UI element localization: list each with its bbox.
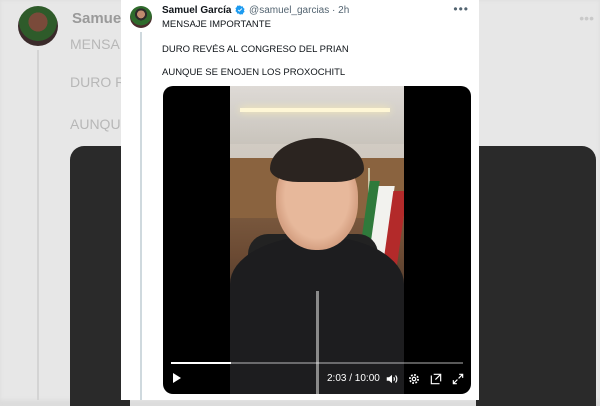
verified-badge-icon bbox=[235, 5, 245, 18]
separator: · bbox=[332, 5, 336, 16]
picture-in-picture-icon[interactable] bbox=[429, 372, 443, 386]
more-icon[interactable]: ••• bbox=[453, 2, 469, 16]
thread-line bbox=[140, 32, 142, 400]
tweet-text-line: MENSAJE IMPORTANTE bbox=[162, 19, 271, 30]
background-thread-line bbox=[37, 50, 39, 400]
background-text-line: MENSA bbox=[70, 36, 120, 52]
video-player[interactable]: 2:03 / 10:00 bbox=[163, 86, 471, 394]
background-name: Samuel bbox=[72, 10, 126, 27]
ceiling bbox=[230, 86, 404, 144]
video-progress-bar[interactable] bbox=[171, 362, 463, 364]
background-text-line: AUNQU bbox=[70, 116, 121, 132]
background-avatar bbox=[18, 6, 58, 46]
fullscreen-icon[interactable] bbox=[451, 372, 465, 386]
avatar[interactable] bbox=[130, 6, 152, 28]
video-time: 2:03 / 10:00 bbox=[327, 373, 380, 384]
settings-icon[interactable] bbox=[407, 372, 421, 386]
person-hair bbox=[270, 138, 364, 182]
tweet-card[interactable]: Samuel García @samuel_garcias · 2h ••• M… bbox=[121, 0, 479, 400]
video-frame bbox=[230, 86, 404, 394]
handle[interactable]: @samuel_garcias bbox=[249, 5, 329, 16]
video-controls: 2:03 / 10:00 bbox=[163, 368, 471, 392]
background-more-icon: ••• bbox=[579, 10, 594, 26]
display-name[interactable]: Samuel García bbox=[162, 5, 231, 16]
timestamp[interactable]: 2h bbox=[338, 5, 349, 16]
tweet-header: Samuel García @samuel_garcias · 2h bbox=[162, 5, 349, 18]
tweet-text-line: AUNQUE SE ENOJEN LOS PROXOCHITL bbox=[162, 67, 346, 78]
volume-icon[interactable] bbox=[385, 372, 399, 386]
video-progress-fill bbox=[171, 362, 231, 364]
background-text-line: DURO R bbox=[70, 74, 126, 90]
ceiling-light bbox=[240, 108, 390, 112]
play-icon[interactable] bbox=[173, 373, 181, 383]
background-video-edge bbox=[476, 146, 596, 406]
tweet-text-line: DURO REVÉS AL CONGRESO DEL PRIAN bbox=[162, 44, 349, 55]
